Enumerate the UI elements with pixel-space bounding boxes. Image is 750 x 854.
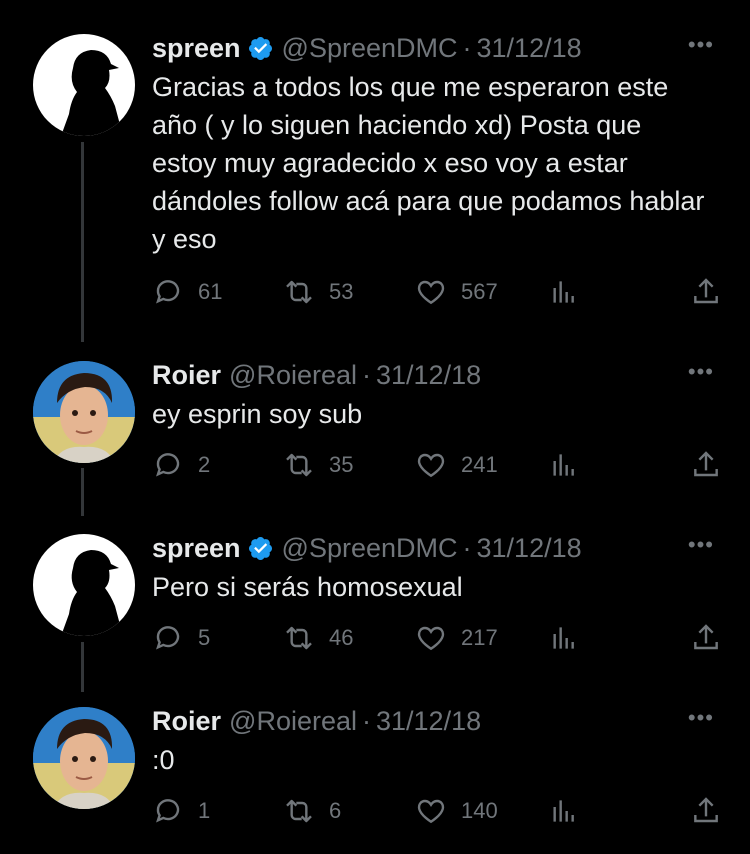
- reply-count: 61: [198, 279, 223, 304]
- more-icon[interactable]: •••: [688, 532, 714, 558]
- handle[interactable]: @Roiereal: [229, 360, 357, 391]
- separator: ·: [462, 532, 472, 563]
- retweet-button[interactable]: 53: [283, 272, 353, 312]
- tweet-text: Gracias a todos los que me esperaron est…: [152, 72, 705, 254]
- share-icon: [694, 624, 718, 650]
- views-icon: [553, 800, 574, 822]
- views-icon: [553, 454, 574, 476]
- reply-button[interactable]: 2: [152, 445, 210, 485]
- retweet-button[interactable]: 35: [283, 445, 353, 485]
- like-count: 217: [461, 625, 498, 650]
- like-count: 241: [461, 452, 498, 477]
- tweet-actions: 1 6 140: [0, 791, 750, 831]
- views-button[interactable]: [548, 445, 580, 485]
- retweet-button[interactable]: 46: [283, 618, 353, 658]
- share-button[interactable]: [690, 272, 722, 312]
- reply-count: 2: [198, 452, 211, 477]
- avatar[interactable]: [33, 34, 135, 136]
- retweet-count: 35: [329, 452, 354, 477]
- share-icon: [694, 797, 718, 823]
- share-button[interactable]: [690, 791, 722, 831]
- separator: ·: [362, 705, 371, 736]
- reply-button[interactable]: 61: [152, 272, 222, 312]
- display-name[interactable]: Roier: [152, 360, 221, 391]
- reply-icon: [156, 799, 180, 823]
- display-name[interactable]: spreen: [152, 33, 241, 64]
- separator: ·: [462, 32, 472, 63]
- separator: ·: [362, 359, 371, 390]
- tweet-actions: 2 35 241: [0, 445, 750, 485]
- handle[interactable]: @SpreenDMC: [282, 33, 458, 64]
- verified-badge-icon: [248, 536, 272, 560]
- handle[interactable]: @Roiereal: [229, 706, 357, 737]
- like-button[interactable]: 241: [415, 445, 498, 485]
- retweet-icon: [286, 280, 312, 304]
- tweet-header: Roier @Roiereal · 31/12/18: [152, 703, 481, 739]
- more-icon[interactable]: •••: [688, 705, 714, 731]
- retweet-count: 53: [329, 279, 354, 304]
- views-button[interactable]: [548, 791, 580, 831]
- reply-icon: [156, 626, 180, 650]
- reply-count: 5: [198, 625, 211, 650]
- timestamp[interactable]: 31/12/18: [376, 706, 481, 737]
- reply-icon: [156, 453, 180, 477]
- reply-button[interactable]: 5: [152, 618, 210, 658]
- display-name[interactable]: Roier: [152, 706, 221, 737]
- tweet-header: spreen @SpreenDMC · 31/12/18: [152, 30, 582, 66]
- retweet-button[interactable]: 6: [283, 791, 341, 831]
- views-icon: [553, 281, 574, 303]
- tweet-text: Pero si serás homosexual: [152, 572, 463, 602]
- like-button[interactable]: 140: [415, 791, 498, 831]
- views-button[interactable]: [548, 272, 580, 312]
- tweet-actions: 61 53 567: [0, 272, 750, 312]
- more-icon[interactable]: •••: [688, 359, 714, 385]
- retweet-count: 6: [329, 798, 342, 823]
- display-name[interactable]: spreen: [152, 533, 241, 564]
- reply-button[interactable]: 1: [152, 791, 210, 831]
- reply-count: 1: [198, 798, 211, 823]
- timestamp[interactable]: 31/12/18: [376, 360, 481, 391]
- share-icon: [694, 451, 718, 477]
- views-button[interactable]: [548, 618, 580, 658]
- like-icon: [417, 799, 445, 824]
- like-count: 567: [461, 279, 498, 304]
- handle[interactable]: @SpreenDMC: [282, 533, 458, 564]
- like-icon: [417, 626, 445, 651]
- retweet-icon: [286, 626, 312, 650]
- share-button[interactable]: [690, 618, 722, 658]
- share-button[interactable]: [690, 445, 722, 485]
- tweet-text: :0: [152, 745, 175, 775]
- share-icon: [694, 278, 718, 304]
- thread-line: [81, 142, 84, 342]
- retweet-icon: [286, 453, 312, 477]
- timestamp[interactable]: 31/12/18: [477, 533, 582, 564]
- views-icon: [553, 627, 574, 649]
- tweet-header: Roier @Roiereal · 31/12/18: [152, 357, 481, 393]
- verified-badge-icon: [248, 36, 272, 60]
- retweet-count: 46: [329, 625, 354, 650]
- more-icon[interactable]: •••: [688, 32, 714, 58]
- like-button[interactable]: 567: [415, 272, 498, 312]
- tweet-actions: 5 46 217: [0, 618, 750, 658]
- reply-icon: [156, 280, 180, 304]
- like-button[interactable]: 217: [415, 618, 498, 658]
- tweet-header: spreen @SpreenDMC · 31/12/18: [152, 530, 582, 566]
- like-icon: [417, 280, 445, 305]
- like-icon: [417, 453, 445, 478]
- retweet-icon: [286, 799, 312, 823]
- tweet-text: ey esprin soy sub: [152, 399, 363, 429]
- timestamp[interactable]: 31/12/18: [477, 33, 582, 64]
- like-count: 140: [461, 798, 498, 823]
